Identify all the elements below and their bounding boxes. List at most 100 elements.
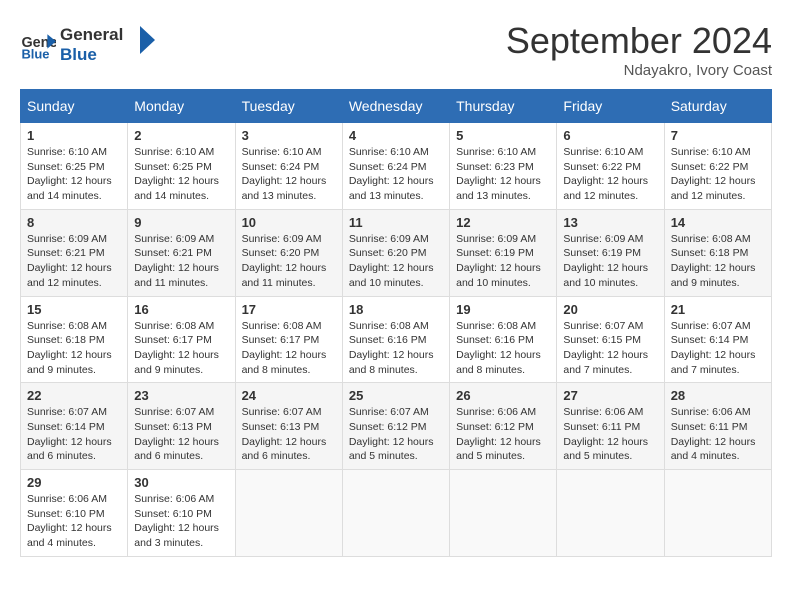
daylight-label: Daylight: 12 hours bbox=[349, 262, 434, 274]
cell-content: Sunrise: 6:10 AM Sunset: 6:22 PM Dayligh… bbox=[671, 145, 765, 204]
sunrise-label: Sunrise: 6:08 AM bbox=[27, 320, 107, 332]
sunrise-label: Sunrise: 6:06 AM bbox=[134, 493, 214, 505]
daylight-label: Daylight: 12 hours bbox=[27, 522, 112, 534]
day-number: 25 bbox=[349, 388, 443, 403]
daylight-label: Daylight: 12 hours bbox=[456, 436, 541, 448]
calendar-cell-0-0: 1 Sunrise: 6:10 AM Sunset: 6:25 PM Dayli… bbox=[21, 123, 128, 210]
daylight-minutes: and 4 minutes. bbox=[671, 450, 740, 462]
cell-content: Sunrise: 6:08 AM Sunset: 6:16 PM Dayligh… bbox=[456, 319, 550, 378]
sunrise-label: Sunrise: 6:06 AM bbox=[27, 493, 107, 505]
day-number: 19 bbox=[456, 302, 550, 317]
sunrise-label: Sunrise: 6:09 AM bbox=[456, 233, 536, 245]
calendar-week-3: 22 Sunrise: 6:07 AM Sunset: 6:14 PM Dayl… bbox=[21, 383, 772, 470]
sunrise-label: Sunrise: 6:06 AM bbox=[671, 406, 751, 418]
calendar-cell-2-2: 17 Sunrise: 6:08 AM Sunset: 6:17 PM Dayl… bbox=[235, 296, 342, 383]
calendar-cell-2-6: 21 Sunrise: 6:07 AM Sunset: 6:14 PM Dayl… bbox=[664, 296, 771, 383]
sunset-label: Sunset: 6:10 PM bbox=[27, 508, 105, 520]
daylight-minutes: and 6 minutes. bbox=[242, 450, 311, 462]
daylight-label: Daylight: 12 hours bbox=[671, 262, 756, 274]
cell-content: Sunrise: 6:06 AM Sunset: 6:11 PM Dayligh… bbox=[563, 405, 657, 464]
header-tuesday: Tuesday bbox=[235, 90, 342, 123]
daylight-minutes: and 5 minutes. bbox=[563, 450, 632, 462]
cell-content: Sunrise: 6:06 AM Sunset: 6:12 PM Dayligh… bbox=[456, 405, 550, 464]
daylight-label: Daylight: 12 hours bbox=[242, 349, 327, 361]
sunset-label: Sunset: 6:20 PM bbox=[349, 247, 427, 259]
calendar-cell-1-1: 9 Sunrise: 6:09 AM Sunset: 6:21 PM Dayli… bbox=[128, 209, 235, 296]
calendar-cell-3-4: 26 Sunrise: 6:06 AM Sunset: 6:12 PM Dayl… bbox=[450, 383, 557, 470]
header-saturday: Saturday bbox=[664, 90, 771, 123]
daylight-label: Daylight: 12 hours bbox=[563, 349, 648, 361]
day-number: 21 bbox=[671, 302, 765, 317]
daylight-minutes: and 11 minutes. bbox=[134, 277, 208, 289]
sunrise-label: Sunrise: 6:07 AM bbox=[671, 320, 751, 332]
day-number: 13 bbox=[563, 215, 657, 230]
calendar-cell-4-4 bbox=[450, 470, 557, 557]
daylight-label: Daylight: 12 hours bbox=[456, 262, 541, 274]
cell-content: Sunrise: 6:06 AM Sunset: 6:10 PM Dayligh… bbox=[27, 492, 121, 551]
calendar-cell-4-6 bbox=[664, 470, 771, 557]
daylight-label: Daylight: 12 hours bbox=[134, 522, 219, 534]
cell-content: Sunrise: 6:07 AM Sunset: 6:13 PM Dayligh… bbox=[242, 405, 336, 464]
sunrise-label: Sunrise: 6:10 AM bbox=[456, 146, 536, 158]
header-friday: Friday bbox=[557, 90, 664, 123]
cell-content: Sunrise: 6:07 AM Sunset: 6:13 PM Dayligh… bbox=[134, 405, 228, 464]
sunset-label: Sunset: 6:17 PM bbox=[242, 334, 320, 346]
daylight-label: Daylight: 12 hours bbox=[242, 436, 327, 448]
calendar-cell-3-5: 27 Sunrise: 6:06 AM Sunset: 6:11 PM Dayl… bbox=[557, 383, 664, 470]
daylight-minutes: and 12 minutes. bbox=[563, 190, 638, 202]
calendar-cell-0-2: 3 Sunrise: 6:10 AM Sunset: 6:24 PM Dayli… bbox=[235, 123, 342, 210]
sunset-label: Sunset: 6:11 PM bbox=[671, 421, 748, 433]
svg-text:Blue: Blue bbox=[21, 46, 49, 61]
sunrise-label: Sunrise: 6:10 AM bbox=[134, 146, 214, 158]
daylight-label: Daylight: 12 hours bbox=[27, 436, 112, 448]
daylight-minutes: and 6 minutes. bbox=[27, 450, 96, 462]
calendar-cell-1-4: 12 Sunrise: 6:09 AM Sunset: 6:19 PM Dayl… bbox=[450, 209, 557, 296]
sunset-label: Sunset: 6:13 PM bbox=[134, 421, 212, 433]
cell-content: Sunrise: 6:07 AM Sunset: 6:14 PM Dayligh… bbox=[671, 319, 765, 378]
calendar-cell-1-2: 10 Sunrise: 6:09 AM Sunset: 6:20 PM Dayl… bbox=[235, 209, 342, 296]
sunset-label: Sunset: 6:24 PM bbox=[242, 161, 320, 173]
calendar-cell-3-1: 23 Sunrise: 6:07 AM Sunset: 6:13 PM Dayl… bbox=[128, 383, 235, 470]
day-number: 24 bbox=[242, 388, 336, 403]
calendar-cell-2-0: 15 Sunrise: 6:08 AM Sunset: 6:18 PM Dayl… bbox=[21, 296, 128, 383]
cell-content: Sunrise: 6:09 AM Sunset: 6:21 PM Dayligh… bbox=[134, 232, 228, 291]
daylight-minutes: and 8 minutes. bbox=[456, 364, 525, 376]
sunset-label: Sunset: 6:21 PM bbox=[27, 247, 105, 259]
daylight-minutes: and 5 minutes. bbox=[456, 450, 525, 462]
day-number: 2 bbox=[134, 128, 228, 143]
daylight-label: Daylight: 12 hours bbox=[563, 436, 648, 448]
daylight-minutes: and 9 minutes. bbox=[671, 277, 740, 289]
header-thursday: Thursday bbox=[450, 90, 557, 123]
logo-icon: General Blue bbox=[20, 27, 56, 63]
cell-content: Sunrise: 6:08 AM Sunset: 6:17 PM Dayligh… bbox=[134, 319, 228, 378]
calendar-cell-4-2 bbox=[235, 470, 342, 557]
sunset-label: Sunset: 6:19 PM bbox=[563, 247, 641, 259]
sunset-label: Sunset: 6:25 PM bbox=[134, 161, 212, 173]
daylight-minutes: and 8 minutes. bbox=[349, 364, 418, 376]
sunrise-label: Sunrise: 6:08 AM bbox=[349, 320, 429, 332]
sunrise-label: Sunrise: 6:09 AM bbox=[134, 233, 214, 245]
cell-content: Sunrise: 6:10 AM Sunset: 6:24 PM Dayligh… bbox=[349, 145, 443, 204]
sunset-label: Sunset: 6:25 PM bbox=[27, 161, 105, 173]
calendar-cell-0-4: 5 Sunrise: 6:10 AM Sunset: 6:23 PM Dayli… bbox=[450, 123, 557, 210]
sunrise-label: Sunrise: 6:07 AM bbox=[563, 320, 643, 332]
daylight-minutes: and 10 minutes. bbox=[349, 277, 424, 289]
sunrise-label: Sunrise: 6:08 AM bbox=[134, 320, 214, 332]
sunset-label: Sunset: 6:15 PM bbox=[563, 334, 641, 346]
calendar-week-1: 8 Sunrise: 6:09 AM Sunset: 6:21 PM Dayli… bbox=[21, 209, 772, 296]
sunset-label: Sunset: 6:13 PM bbox=[242, 421, 320, 433]
day-number: 7 bbox=[671, 128, 765, 143]
sunset-label: Sunset: 6:22 PM bbox=[671, 161, 749, 173]
daylight-label: Daylight: 12 hours bbox=[456, 175, 541, 187]
daylight-label: Daylight: 12 hours bbox=[242, 175, 327, 187]
calendar-cell-2-1: 16 Sunrise: 6:08 AM Sunset: 6:17 PM Dayl… bbox=[128, 296, 235, 383]
daylight-minutes: and 12 minutes. bbox=[27, 277, 102, 289]
sunset-label: Sunset: 6:11 PM bbox=[563, 421, 640, 433]
day-number: 6 bbox=[563, 128, 657, 143]
cell-content: Sunrise: 6:09 AM Sunset: 6:21 PM Dayligh… bbox=[27, 232, 121, 291]
daylight-minutes: and 14 minutes. bbox=[134, 190, 209, 202]
sunrise-label: Sunrise: 6:07 AM bbox=[349, 406, 429, 418]
sunset-label: Sunset: 6:14 PM bbox=[27, 421, 105, 433]
title-block: September 2024 Ndayakro, Ivory Coast bbox=[506, 20, 772, 79]
daylight-minutes: and 7 minutes. bbox=[563, 364, 632, 376]
